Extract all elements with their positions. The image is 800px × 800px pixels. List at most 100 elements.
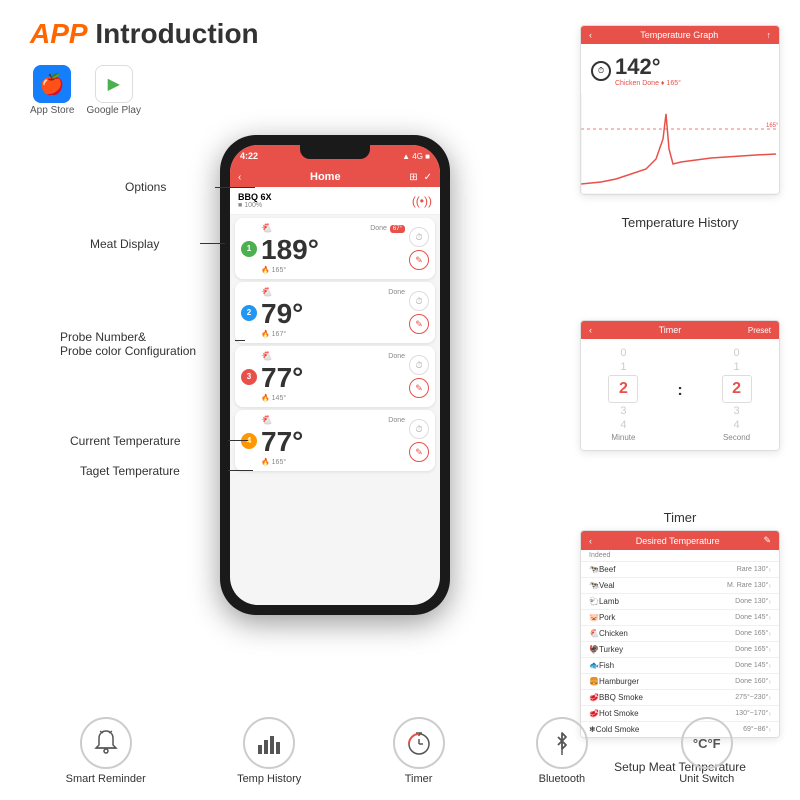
device-row: BBQ 6X ■ 100% ((•)) bbox=[230, 187, 440, 215]
back-arrow-timer[interactable]: ‹ bbox=[589, 325, 592, 335]
title-section: APP Introduction bbox=[30, 18, 259, 50]
edit-icon-meat[interactable]: ✎ bbox=[763, 535, 771, 546]
fish-name: Fish bbox=[599, 661, 735, 670]
bluetooth-label: Bluetooth bbox=[539, 773, 585, 785]
bottom-item-timer[interactable]: Timer bbox=[393, 717, 445, 785]
meat-row-turkey[interactable]: 🦃 Turkey Done 165° › bbox=[581, 642, 779, 658]
status-icons: ▲ 4G ■ bbox=[402, 152, 430, 161]
status-time: 4:22 bbox=[240, 151, 258, 161]
probe-edit-btn-4[interactable]: ✎ bbox=[409, 442, 429, 462]
probe-target-1: 🔥 165° bbox=[261, 266, 405, 274]
timer-min-below2: 4 bbox=[620, 419, 626, 431]
google-label: Google Play bbox=[86, 105, 140, 116]
timer-min-below: 3 bbox=[620, 405, 626, 417]
meat-list: 🐄 Beef Rare 130° › 🐄 Veal M. Rare 130° ›… bbox=[581, 562, 779, 737]
target-temp-annotation: Taget Temperature bbox=[80, 462, 180, 480]
bbq-temp: 275°~230° bbox=[735, 694, 768, 701]
probe-temp-3: 77° bbox=[261, 362, 405, 394]
timer-minutes[interactable]: 2 bbox=[608, 375, 638, 403]
probe-edit-btn-3[interactable]: ✎ bbox=[409, 378, 429, 398]
timer-icon-circle bbox=[393, 717, 445, 769]
meat-row-chicken[interactable]: 🐔 Chicken Done 165° › bbox=[581, 626, 779, 642]
store-badges: 🍎 App Store ▶ Google Play bbox=[30, 65, 141, 116]
done-badge-1: 67° bbox=[390, 225, 405, 233]
appstore-icon: 🍎 bbox=[33, 65, 71, 103]
back-arrow-meat[interactable]: ‹ bbox=[589, 536, 592, 546]
probe-card-1: 1 🐔 Done 67° 189° 🔥 165° bbox=[235, 218, 435, 279]
pork-name: Pork bbox=[599, 613, 735, 622]
bluetooth-icon-circle bbox=[536, 717, 588, 769]
hamburger-arrow: › bbox=[768, 677, 771, 686]
probe-config-label: Probe Number& bbox=[60, 330, 196, 344]
pork-icon: 🐷 bbox=[589, 613, 599, 622]
temp-graph-header: ‹ Temperature Graph ↑ bbox=[581, 26, 779, 44]
probe-cards: 1 🐔 Done 67° 189° 🔥 165° bbox=[230, 215, 440, 605]
lamb-arrow: › bbox=[768, 597, 771, 606]
googleplay-badge[interactable]: ▶ Google Play bbox=[86, 65, 140, 116]
timer-header: ‹ Timer Preset bbox=[581, 321, 779, 339]
probe-config-annotation: Probe Number& Probe color Configuration bbox=[60, 330, 196, 358]
bottom-item-temp-history[interactable]: Temp History bbox=[237, 717, 301, 785]
bluetooth-icon bbox=[548, 729, 576, 757]
bottom-item-reminder[interactable]: Smart Reminder bbox=[66, 717, 146, 785]
meat-header: ‹ Desired Temperature ✎ bbox=[581, 531, 779, 550]
timer-seconds-col: 0 1 2 3 4 Second bbox=[722, 347, 752, 442]
veal-icon: 🐄 bbox=[589, 581, 599, 590]
bottom-item-bluetooth[interactable]: Bluetooth bbox=[536, 717, 588, 785]
check-icon[interactable]: ✓ bbox=[424, 172, 432, 183]
turkey-icon: 🦃 bbox=[589, 645, 599, 654]
probe-alert-btn-4[interactable]: ⏱ bbox=[409, 419, 429, 439]
probe-alert-btn-3[interactable]: ⏱ bbox=[409, 355, 429, 375]
probe-number-1: 1 bbox=[241, 241, 257, 257]
bottom-item-unit-switch[interactable]: °C°F Unit Switch bbox=[679, 717, 734, 785]
temp-graph-body: ⏱ 142° Chicken Done ♦ 165° 165° bbox=[581, 44, 779, 194]
meat-sub-label: Indeed bbox=[581, 550, 779, 562]
appstore-badge[interactable]: 🍎 App Store bbox=[30, 65, 74, 116]
meat-row-bbq[interactable]: 🥩 BBQ Smoke 275°~230° › bbox=[581, 690, 779, 706]
probe-temp-1: 189° bbox=[261, 234, 405, 266]
meat-row-beef[interactable]: 🐄 Beef Rare 130° › bbox=[581, 562, 779, 578]
meat-header-title: Desired Temperature bbox=[636, 536, 720, 546]
reminder-label: Smart Reminder bbox=[66, 773, 146, 785]
timer-seconds[interactable]: 2 bbox=[722, 375, 752, 403]
probe-alert-btn-2[interactable]: ⏱ bbox=[409, 291, 429, 311]
bbq-icon: 🥩 bbox=[589, 693, 599, 702]
svg-text:165°: 165° bbox=[766, 123, 779, 129]
pork-temp: Done 145° bbox=[735, 614, 768, 621]
probe-done-1: Done bbox=[370, 225, 387, 232]
turkey-arrow: › bbox=[768, 645, 771, 654]
meat-row-hamburger[interactable]: 🍔 Hamburger Done 160° › bbox=[581, 674, 779, 690]
meat-row-lamb[interactable]: 🐑 Lamb Done 130° › bbox=[581, 594, 779, 610]
temp-graph-title: Temperature Graph bbox=[640, 30, 718, 40]
meat-panel: ‹ Desired Temperature ✎ Indeed 🐄 Beef Ra… bbox=[580, 530, 780, 738]
probe-number-2: 2 bbox=[241, 305, 257, 321]
device-name: BBQ 6X bbox=[238, 192, 272, 202]
meat-row-veal[interactable]: 🐄 Veal M. Rare 130° › bbox=[581, 578, 779, 594]
probe-alert-btn-1[interactable]: ⏱ bbox=[409, 227, 429, 247]
probe-edit-btn-1[interactable]: ✎ bbox=[409, 250, 429, 270]
probe-done-4: Done bbox=[388, 417, 405, 424]
current-temp-label: Current Temperature bbox=[70, 434, 181, 448]
meat-row-pork[interactable]: 🐷 Pork Done 145° › bbox=[581, 610, 779, 626]
beef-icon: 🐄 bbox=[589, 565, 599, 574]
phone-container: 4:22 ▲ 4G ■ ‹ Home ⊞ ✓ BBQ 6X ■ 100% ((•… bbox=[220, 135, 450, 615]
reminder-icon-circle bbox=[80, 717, 132, 769]
probe-target-4: 🔥 165° bbox=[261, 458, 405, 466]
chicken-icon: 🐔 bbox=[589, 629, 599, 638]
meat-row-fish[interactable]: 🐟 Fish Done 145° › bbox=[581, 658, 779, 674]
fish-arrow: › bbox=[768, 661, 771, 670]
graph-subtitle: Chicken Done ♦ 165° bbox=[615, 80, 681, 87]
fish-temp: Done 145° bbox=[735, 662, 768, 669]
timer-preset: Preset bbox=[748, 326, 771, 335]
menu-icon[interactable]: ⊞ bbox=[409, 172, 417, 183]
probe-mid-3: 🐔 Done 77° 🔥 145° bbox=[257, 351, 409, 402]
probe-left-1: 1 bbox=[241, 241, 257, 257]
probe-mid-2: 🐔 Done 79° 🔥 167° bbox=[257, 287, 409, 338]
appstore-label: App Store bbox=[30, 105, 74, 116]
probe-edit-btn-2[interactable]: ✎ bbox=[409, 314, 429, 334]
share-icon-graph[interactable]: ↑ bbox=[766, 30, 771, 40]
timer-icon bbox=[405, 729, 433, 757]
timer-second-label: Second bbox=[723, 433, 750, 442]
back-arrow-graph[interactable]: ‹ bbox=[589, 30, 592, 40]
title-intro: Introduction bbox=[88, 18, 259, 49]
